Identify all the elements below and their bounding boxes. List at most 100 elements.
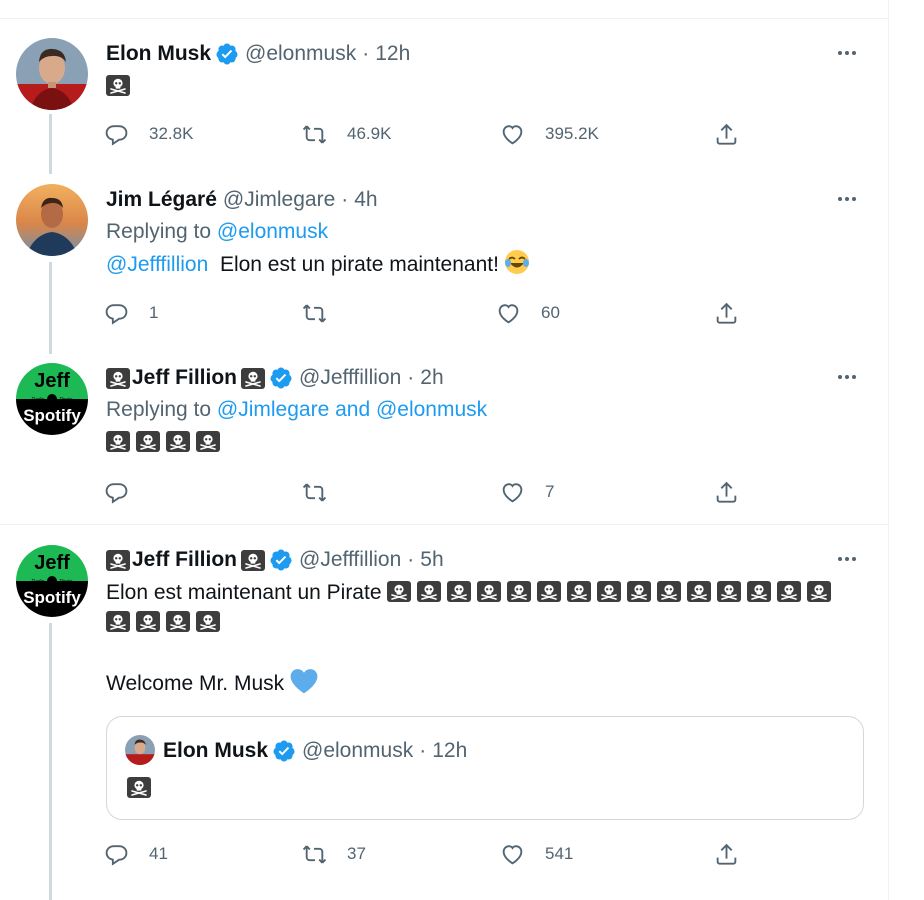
avatar-jeff-top-text: Jeff bbox=[34, 370, 70, 392]
svg-text:Spotify: Spotify bbox=[23, 588, 81, 607]
tweet-timestamp[interactable]: 12h bbox=[375, 42, 410, 66]
reply-button[interactable]: 1 bbox=[104, 298, 158, 328]
like-button[interactable]: 395.2K bbox=[500, 119, 599, 149]
avatar-elon-small[interactable] bbox=[125, 735, 155, 765]
thread-line bbox=[49, 623, 52, 900]
verified-icon bbox=[269, 548, 293, 572]
pirate-flag-icon bbox=[627, 581, 652, 602]
pirate-flag-icon bbox=[747, 581, 772, 602]
like-button[interactable]: 541 bbox=[500, 839, 573, 869]
pirate-flag-icon bbox=[241, 549, 265, 571]
tweet-text bbox=[106, 72, 860, 102]
reply-button[interactable] bbox=[104, 477, 149, 507]
retweet-button[interactable] bbox=[302, 298, 347, 328]
pirate-flag-icon bbox=[567, 581, 592, 602]
like-button[interactable]: 60 bbox=[496, 298, 560, 328]
svg-text:Radio: Radio bbox=[31, 579, 44, 585]
more-icon[interactable] bbox=[834, 364, 860, 390]
more-icon[interactable] bbox=[834, 546, 860, 572]
author-name[interactable]: Elon Musk bbox=[106, 42, 211, 66]
avatar-elon[interactable] bbox=[16, 38, 88, 110]
author-name[interactable]: Jeff Fillion bbox=[132, 548, 237, 572]
pirate-flag-icon bbox=[687, 581, 712, 602]
reply-count: 32.8K bbox=[149, 124, 194, 143]
tweet-text bbox=[106, 428, 860, 458]
retweet-count: 46.9K bbox=[347, 124, 392, 143]
pirate-flag-icon bbox=[127, 777, 151, 798]
more-icon[interactable] bbox=[834, 186, 860, 212]
share-button[interactable] bbox=[714, 839, 739, 869]
retweet-icon bbox=[302, 125, 327, 143]
tweet-timestamp[interactable]: 2h bbox=[420, 366, 443, 390]
svg-text:Radio: Radio bbox=[31, 397, 44, 403]
share-icon bbox=[716, 843, 737, 865]
pirate-flag-icon bbox=[106, 549, 130, 571]
retweet-icon bbox=[302, 845, 327, 863]
quote-header: Elon Musk @elonmusk · 12h bbox=[163, 739, 468, 763]
quote-author-handle: @elonmusk bbox=[302, 739, 414, 762]
pirate-flag-icon bbox=[597, 581, 622, 602]
author-handle[interactable]: @elonmusk bbox=[245, 42, 356, 66]
pirate-flag-icon bbox=[166, 611, 190, 632]
share-button[interactable] bbox=[714, 477, 739, 507]
pirate-flag-icon bbox=[106, 431, 130, 452]
column-border bbox=[888, 0, 889, 900]
share-icon bbox=[716, 302, 737, 324]
like-icon bbox=[502, 482, 523, 502]
tweet-header: Jeff Fillion @Jefffillion · 5h bbox=[106, 546, 860, 574]
quoted-tweet[interactable]: Elon Musk @elonmusk · 12h bbox=[106, 716, 864, 820]
tweet-header: Jim Légaré @Jimlegare · 4h bbox=[106, 188, 378, 212]
verified-icon bbox=[272, 739, 296, 763]
pirate-flag-icon bbox=[417, 581, 442, 602]
reply-icon bbox=[105, 303, 128, 325]
avatar-jeff[interactable]: Jeff Radio Pirate Spotify bbox=[16, 363, 88, 435]
author-handle[interactable]: @Jefffillion bbox=[299, 548, 401, 572]
replying-to: Replying to @Jimlegare and @elonmusk bbox=[106, 398, 488, 421]
replying-to-link[interactable]: @Jimlegare and @elonmusk bbox=[217, 398, 487, 421]
retweet-icon bbox=[302, 304, 327, 322]
retweet-button[interactable]: 37 bbox=[302, 839, 366, 869]
share-button[interactable] bbox=[714, 119, 739, 149]
author-handle[interactable]: @Jimlegare bbox=[223, 188, 335, 212]
avatar-jim[interactable] bbox=[16, 184, 88, 256]
retweet-count: 37 bbox=[347, 844, 366, 863]
reply-icon bbox=[105, 124, 128, 146]
pirate-flag-icon bbox=[537, 581, 562, 602]
quote-timestamp: 12h bbox=[432, 739, 468, 762]
retweet-button[interactable]: 46.9K bbox=[302, 119, 391, 149]
mention-link[interactable]: @Jefffillion bbox=[106, 253, 208, 276]
like-icon bbox=[502, 844, 523, 864]
like-button[interactable]: 7 bbox=[500, 477, 554, 507]
svg-text:Pirate: Pirate bbox=[59, 579, 72, 585]
reply-button[interactable]: 41 bbox=[104, 839, 168, 869]
tweet-timestamp[interactable]: 4h bbox=[354, 188, 377, 212]
like-count: 395.2K bbox=[545, 124, 599, 143]
author-name[interactable]: Jim Légaré bbox=[106, 188, 217, 212]
author-handle[interactable]: @Jefffillion bbox=[299, 366, 401, 390]
tweet-text-welcome: Welcome Mr. Musk bbox=[106, 668, 860, 703]
tweet-timestamp[interactable]: 5h bbox=[420, 548, 443, 572]
tweet-text: Elon est maintenant un Pirate bbox=[106, 578, 860, 608]
pirate-flag-icon bbox=[166, 431, 190, 452]
like-icon bbox=[502, 124, 523, 144]
reply-count: 1 bbox=[149, 303, 159, 322]
pirate-flag-icon bbox=[106, 367, 130, 389]
tweet-actions: 41 37 541 bbox=[104, 839, 744, 869]
tweet-actions: 1 60 bbox=[104, 298, 744, 328]
pirate-flag-icon bbox=[196, 431, 220, 452]
tweet-header: Jeff Fillion @Jefffillion · 2h bbox=[106, 364, 860, 392]
author-name[interactable]: Jeff Fillion bbox=[132, 366, 237, 390]
reply-button[interactable]: 32.8K bbox=[104, 119, 193, 149]
tweet-actions: 7 bbox=[104, 477, 744, 507]
quote-text bbox=[127, 777, 157, 801]
thread-line bbox=[49, 114, 52, 174]
more-icon[interactable] bbox=[834, 40, 860, 66]
retweet-button[interactable] bbox=[302, 477, 347, 507]
avatar-jeff[interactable]: Jeff Radio Pirate Spotify bbox=[16, 545, 88, 617]
pirate-flag-icon bbox=[477, 581, 502, 602]
replying-to-link[interactable]: @elonmusk bbox=[217, 220, 328, 243]
top-divider bbox=[0, 18, 888, 19]
like-icon bbox=[498, 303, 519, 323]
reply-icon bbox=[105, 482, 128, 504]
share-button[interactable] bbox=[714, 298, 739, 328]
